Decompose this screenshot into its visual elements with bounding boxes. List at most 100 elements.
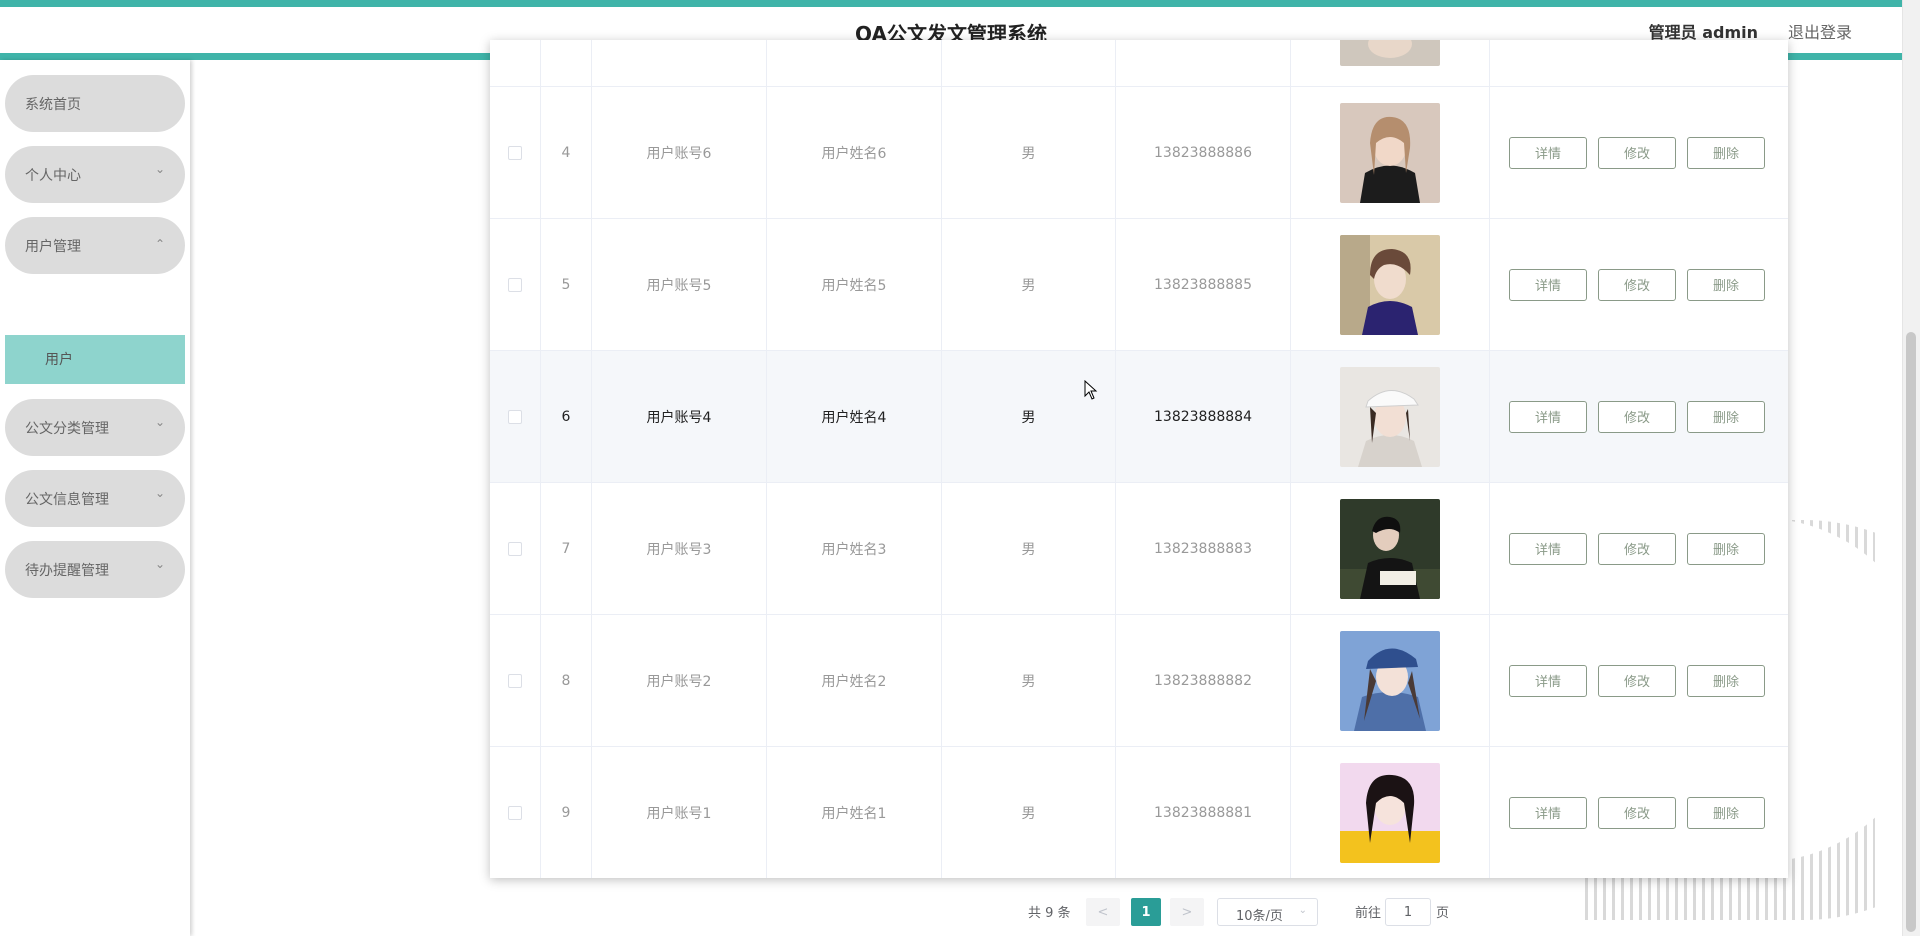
chevron-down-icon: ⌄ bbox=[1298, 905, 1307, 916]
sidebar-subitem-label: 用户 bbox=[45, 352, 73, 368]
delete-button[interactable]: 删除 bbox=[1687, 400, 1765, 433]
edit-button[interactable]: 修改 bbox=[1598, 664, 1676, 697]
row-checkbox[interactable] bbox=[508, 541, 522, 556]
sidebar-item-label: 个人中心 bbox=[25, 168, 81, 184]
page-size-select[interactable]: 10条/页 ⌄ bbox=[1217, 898, 1318, 926]
pagination-goto-input[interactable] bbox=[1385, 898, 1431, 926]
user-name: 用户姓名1 bbox=[767, 747, 942, 878]
row-index: 8 bbox=[541, 615, 592, 746]
user-gender: 男 bbox=[942, 87, 1116, 218]
logout-link[interactable]: 退出登录 bbox=[1788, 19, 1852, 43]
user-phone: 13823888886 bbox=[1116, 87, 1291, 218]
user-name: 用户姓名6 bbox=[767, 87, 942, 218]
detail-button[interactable]: 详情 bbox=[1509, 136, 1587, 169]
sidebar-subitem-users[interactable]: 用户 bbox=[5, 335, 185, 384]
sidebar-item-document-category[interactable]: 公文分类管理 ⌄ bbox=[5, 399, 185, 456]
edit-button[interactable]: 修改 bbox=[1598, 268, 1676, 301]
sidebar-item-label: 系统首页 bbox=[25, 97, 81, 113]
table-row: 6 用户账号4 用户姓名4 男 13823888884 详情 修改 删除 bbox=[490, 351, 1788, 483]
pagination-page-1[interactable]: 1 bbox=[1131, 898, 1161, 926]
table-row: 7 用户账号3 用户姓名3 男 13823888883 详情 修改 删除 bbox=[490, 483, 1788, 615]
sidebar-item-label: 公文信息管理 bbox=[25, 492, 109, 508]
user-name: 用户姓名5 bbox=[767, 219, 942, 350]
avatar bbox=[1340, 102, 1440, 203]
user-account: 用户账号3 bbox=[592, 483, 767, 614]
user-account: 用户账号1 bbox=[592, 747, 767, 878]
sidebar-item-document-info[interactable]: 公文信息管理 ⌄ bbox=[5, 470, 185, 527]
pagination-next-button[interactable]: > bbox=[1170, 898, 1204, 926]
delete-button[interactable]: 删除 bbox=[1687, 532, 1765, 565]
chevron-up-icon: ⌃ bbox=[154, 237, 165, 251]
table-row: 8 用户账号2 用户姓名2 男 13823888882 详情 修改 删除 bbox=[490, 615, 1788, 747]
sidebar-item-todo-reminder[interactable]: 待办提醒管理 ⌄ bbox=[5, 541, 185, 598]
table-row: 4 用户账号6 用户姓名6 男 13823888886 详情 修改 删除 bbox=[490, 87, 1788, 219]
row-checkbox[interactable] bbox=[508, 673, 522, 688]
chevron-down-icon: ⌄ bbox=[154, 162, 165, 176]
chevron-down-icon: ⌄ bbox=[154, 415, 165, 429]
row-checkbox[interactable] bbox=[508, 805, 522, 820]
row-checkbox[interactable] bbox=[508, 145, 522, 160]
user-account: 用户账号2 bbox=[592, 615, 767, 746]
edit-button[interactable]: 修改 bbox=[1598, 796, 1676, 829]
delete-button[interactable]: 删除 bbox=[1687, 136, 1765, 169]
sidebar-item-label: 待办提醒管理 bbox=[25, 563, 109, 579]
detail-button[interactable]: 详情 bbox=[1509, 664, 1587, 697]
user-name: 用户姓名4 bbox=[767, 351, 942, 482]
sidebar-item-user-management[interactable]: 用户管理 ⌃ bbox=[5, 217, 185, 274]
table-row: 9 用户账号1 用户姓名1 男 13823888881 详情 修改 删除 bbox=[490, 747, 1788, 878]
avatar bbox=[1340, 498, 1440, 599]
user-gender: 男 bbox=[942, 615, 1116, 746]
user-gender: 男 bbox=[942, 483, 1116, 614]
page-size-value: 10条/页 bbox=[1236, 909, 1283, 924]
avatar bbox=[1340, 366, 1440, 467]
user-gender: 男 bbox=[942, 219, 1116, 350]
table-row bbox=[490, 40, 1788, 87]
detail-button[interactable]: 详情 bbox=[1509, 268, 1587, 301]
user-phone: 13823888885 bbox=[1116, 219, 1291, 350]
pagination-page-unit: 页 bbox=[1436, 905, 1450, 921]
user-gender: 男 bbox=[942, 747, 1116, 878]
row-index: 7 bbox=[541, 483, 592, 614]
chevron-down-icon: ⌄ bbox=[154, 486, 165, 500]
avatar bbox=[1340, 630, 1440, 731]
row-index: 5 bbox=[541, 219, 592, 350]
sidebar-item-label: 公文分类管理 bbox=[25, 421, 109, 437]
mouse-cursor-icon bbox=[1084, 380, 1098, 400]
edit-button[interactable]: 修改 bbox=[1598, 532, 1676, 565]
delete-button[interactable]: 删除 bbox=[1687, 796, 1765, 829]
user-name: 用户姓名3 bbox=[767, 483, 942, 614]
row-index: 9 bbox=[541, 747, 592, 878]
row-checkbox[interactable] bbox=[508, 409, 522, 424]
user-phone: 13823888882 bbox=[1116, 615, 1291, 746]
user-phone: 13823888881 bbox=[1116, 747, 1291, 878]
scrollbar-thumb[interactable] bbox=[1906, 332, 1916, 932]
user-phone: 13823888884 bbox=[1116, 351, 1291, 482]
detail-button[interactable]: 详情 bbox=[1509, 532, 1587, 565]
detail-button[interactable]: 详情 bbox=[1509, 796, 1587, 829]
user-gender: 男 bbox=[942, 351, 1116, 482]
row-index: 4 bbox=[541, 87, 592, 218]
avatar bbox=[1340, 762, 1440, 863]
user-account: 用户账号6 bbox=[592, 87, 767, 218]
pagination-total: 共 9 条 bbox=[1028, 905, 1071, 921]
edit-button[interactable]: 修改 bbox=[1598, 136, 1676, 169]
delete-button[interactable]: 删除 bbox=[1687, 664, 1765, 697]
avatar bbox=[1340, 234, 1440, 335]
detail-button[interactable]: 详情 bbox=[1509, 400, 1587, 433]
page-scrollbar[interactable] bbox=[1902, 0, 1920, 936]
row-index: 6 bbox=[541, 351, 592, 482]
row-checkbox[interactable] bbox=[508, 277, 522, 292]
pagination-prev-button[interactable]: < bbox=[1086, 898, 1120, 926]
pagination-goto-label: 前往 bbox=[1355, 905, 1382, 921]
delete-button[interactable]: 删除 bbox=[1687, 268, 1765, 301]
user-account: 用户账号5 bbox=[592, 219, 767, 350]
sidebar-item-home[interactable]: 系统首页 bbox=[5, 75, 185, 132]
sidebar-item-personal-center[interactable]: 个人中心 ⌄ bbox=[5, 146, 185, 203]
user-table: 4 用户账号6 用户姓名6 男 13823888886 详情 修改 删除 5 用… bbox=[490, 40, 1788, 878]
avatar bbox=[1340, 40, 1440, 66]
table-row: 5 用户账号5 用户姓名5 男 13823888885 详情 修改 删除 bbox=[490, 219, 1788, 351]
user-account: 用户账号4 bbox=[592, 351, 767, 482]
sidebar-item-label: 用户管理 bbox=[25, 239, 81, 255]
user-name: 用户姓名2 bbox=[767, 615, 942, 746]
edit-button[interactable]: 修改 bbox=[1598, 400, 1676, 433]
